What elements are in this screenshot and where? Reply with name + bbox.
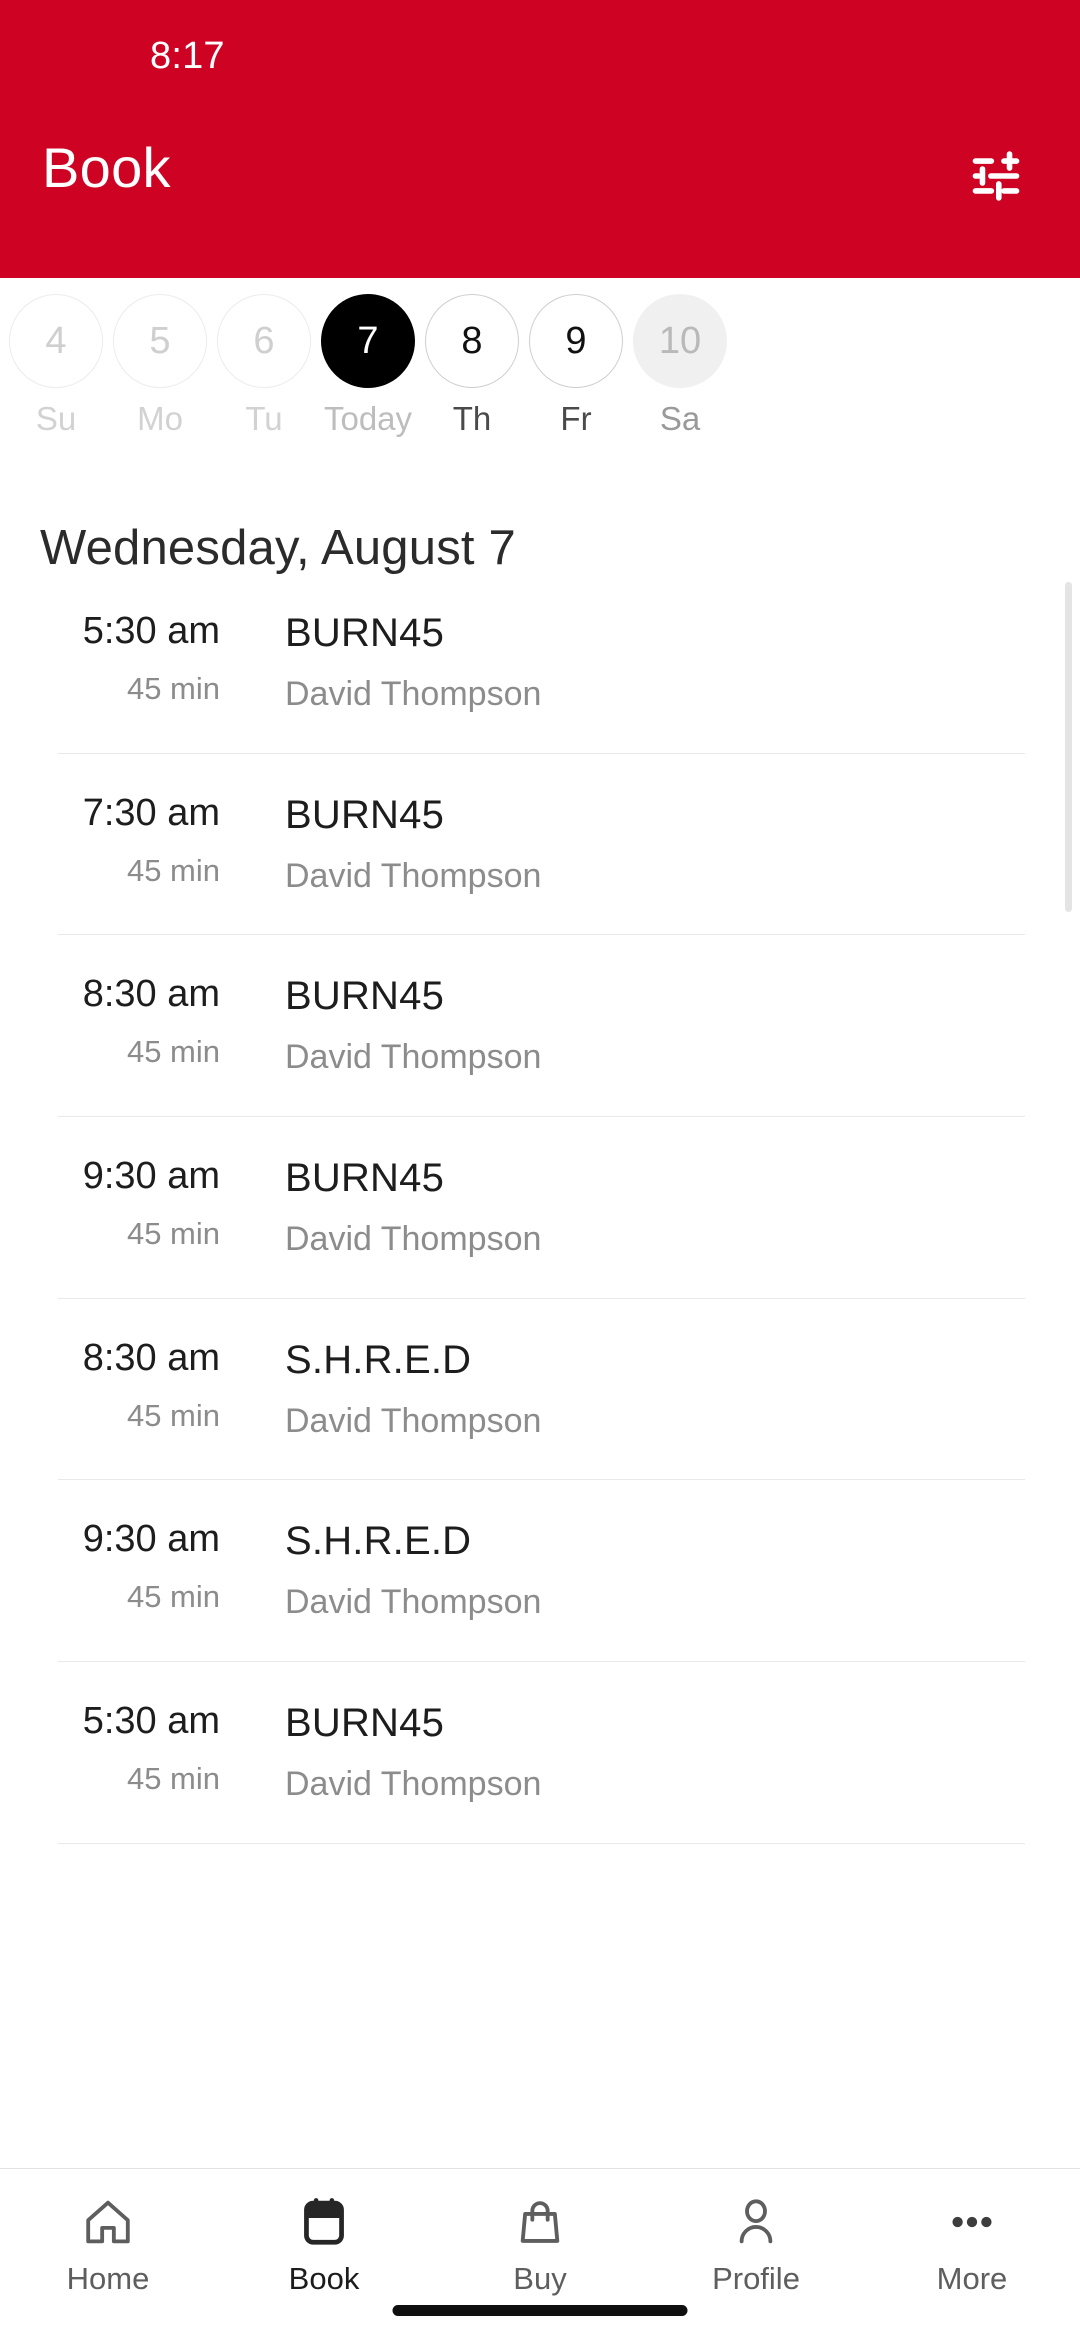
page-title: Book <box>42 136 171 199</box>
date-day-label: Th <box>452 400 492 437</box>
person-icon <box>729 2193 783 2251</box>
tab-profile[interactable]: Profile <box>648 2193 864 2294</box>
date-circle: 6 <box>217 294 311 388</box>
date-circle: 5 <box>113 294 207 388</box>
home-indicator <box>392 2305 688 2316</box>
date-circle: 9 <box>529 294 623 388</box>
class-list-item[interactable]: 5:30 am 45 min BURN45 David Thompson <box>58 576 1025 754</box>
class-time-column: 9:30 am 45 min <box>58 1520 220 1613</box>
class-start-time: 5:30 am <box>82 610 220 652</box>
class-info-column: BURN45 David Thompson <box>220 794 1025 895</box>
date-circle: 10 <box>633 294 727 388</box>
tab-buy[interactable]: Buy <box>432 2193 648 2294</box>
date-circle-selected: 7 <box>321 294 415 388</box>
class-duration: 45 min <box>126 1215 220 1251</box>
class-duration: 45 min <box>126 670 220 706</box>
class-time-column: 8:30 am 45 min <box>58 973 220 1070</box>
class-list-item[interactable]: 7:30 am 45 min BURN45 David Thompson <box>58 754 1025 936</box>
date-day-label: Today <box>323 400 413 437</box>
date-chip-10[interactable]: 10 Sa <box>628 294 732 435</box>
class-info-column: S.H.R.E.D David Thompson <box>220 1339 1025 1440</box>
class-duration: 45 min <box>126 852 220 888</box>
class-info-column: BURN45 David Thompson <box>220 1157 1025 1258</box>
class-time-column: 8:30 am 45 min <box>58 1336 220 1433</box>
class-duration: 45 min <box>126 1579 220 1615</box>
calendar-icon <box>297 2193 351 2251</box>
status-bar: 8:17 <box>0 0 1080 112</box>
class-list-item[interactable]: 8:30 am 45 min S.H.R.E.D David Thompson <box>58 1299 1025 1481</box>
home-icon <box>81 2193 135 2251</box>
date-chip-4[interactable]: 4 Su <box>4 294 108 435</box>
class-schedule-list[interactable]: 5:30 am 45 min BURN45 David Thompson 7:3… <box>0 576 1080 2168</box>
date-chip-9[interactable]: 9 Fr <box>524 294 628 435</box>
class-name: S.H.R.E.D <box>285 1519 472 1564</box>
class-instructor: David Thompson <box>285 675 542 713</box>
tab-label-home: Home <box>66 2261 150 2296</box>
app-screen: 8:17 Book 4 Su 5 Mo 6 Tu 7 Today 8 Th 9 … <box>0 0 1080 2340</box>
tab-label-book: Book <box>288 2261 360 2296</box>
date-day-label: Mo <box>137 400 183 437</box>
class-list-item[interactable]: 8:30 am 45 min BURN45 David Thompson <box>58 935 1025 1118</box>
status-bar-clock: 8:17 <box>150 34 225 77</box>
tab-more[interactable]: More <box>864 2193 1080 2294</box>
class-start-time: 9:30 am <box>82 1155 220 1198</box>
class-start-time: 8:30 am <box>82 1336 220 1379</box>
tab-book[interactable]: Book <box>216 2193 432 2294</box>
class-duration: 45 min <box>126 1034 220 1070</box>
class-list-item[interactable]: 9:30 am 45 min BURN45 David Thompson <box>58 1117 1025 1299</box>
class-start-time: 9:30 am <box>82 1518 220 1561</box>
date-day-label: Tu <box>245 400 283 437</box>
class-time-column: 5:30 am 45 min <box>58 610 220 706</box>
class-instructor: David Thompson <box>285 1220 542 1259</box>
bag-icon <box>513 2193 567 2251</box>
class-info-column: BURN45 David Thompson <box>220 1702 1025 1803</box>
date-chip-8[interactable]: 8 Th <box>420 294 524 435</box>
class-name: S.H.R.E.D <box>285 1337 472 1382</box>
class-info-column: BURN45 David Thompson <box>220 975 1025 1076</box>
date-chip-5[interactable]: 5 Mo <box>108 294 212 435</box>
class-start-time: 7:30 am <box>82 791 220 834</box>
class-instructor: David Thompson <box>285 856 542 895</box>
tab-label-profile: Profile <box>712 2261 800 2296</box>
date-chip-7-today[interactable]: 7 Today <box>316 294 420 435</box>
tab-label-more: More <box>936 2261 1008 2296</box>
class-time-column: 7:30 am 45 min <box>58 791 220 888</box>
class-instructor: David Thompson <box>285 1038 542 1077</box>
tab-label-buy: Buy <box>513 2261 567 2296</box>
date-circle: 8 <box>425 294 519 388</box>
class-start-time: 5:30 am <box>82 1700 220 1743</box>
app-bar: Book <box>0 112 1080 278</box>
class-time-column: 9:30 am 45 min <box>58 1155 220 1251</box>
class-instructor: David Thompson <box>285 1401 542 1440</box>
date-selector-strip[interactable]: 4 Su 5 Mo 6 Tu 7 Today 8 Th 9 Fr 10 Sa <box>0 278 1080 458</box>
date-day-label: Su <box>35 400 77 437</box>
selected-date-heading: Wednesday, August 7 <box>40 521 516 575</box>
app-header: 8:17 Book <box>0 0 1080 278</box>
scroll-indicator[interactable] <box>1065 582 1072 912</box>
class-name: BURN45 <box>285 792 445 837</box>
tab-home[interactable]: Home <box>0 2193 216 2294</box>
date-circle: 4 <box>9 294 103 388</box>
class-duration: 45 min <box>126 1397 220 1433</box>
ellipsis-icon <box>945 2193 999 2251</box>
class-name: BURN45 <box>285 974 445 1019</box>
class-info-column: BURN45 David Thompson <box>220 612 1025 713</box>
class-list-item[interactable]: 9:30 am 45 min S.H.R.E.D David Thompson <box>58 1480 1025 1663</box>
date-day-label: Sa <box>659 400 701 437</box>
class-instructor: David Thompson <box>285 1583 542 1622</box>
date-day-label: Fr <box>560 400 592 437</box>
class-duration: 45 min <box>126 1761 220 1797</box>
class-name: BURN45 <box>285 1701 445 1746</box>
class-name: BURN45 <box>285 611 445 655</box>
class-name: BURN45 <box>285 1156 445 1201</box>
filter-button[interactable] <box>964 144 1028 208</box>
class-instructor: David Thompson <box>285 1765 542 1804</box>
class-time-column: 5:30 am 45 min <box>58 1700 220 1797</box>
class-info-column: S.H.R.E.D David Thompson <box>220 1520 1025 1621</box>
class-list-item[interactable]: 5:30 am 45 min BURN45 David Thompson <box>58 1662 1025 1844</box>
sliders-filter-icon <box>968 148 1024 204</box>
date-chip-6[interactable]: 6 Tu <box>212 294 316 435</box>
class-start-time: 8:30 am <box>82 973 220 1016</box>
